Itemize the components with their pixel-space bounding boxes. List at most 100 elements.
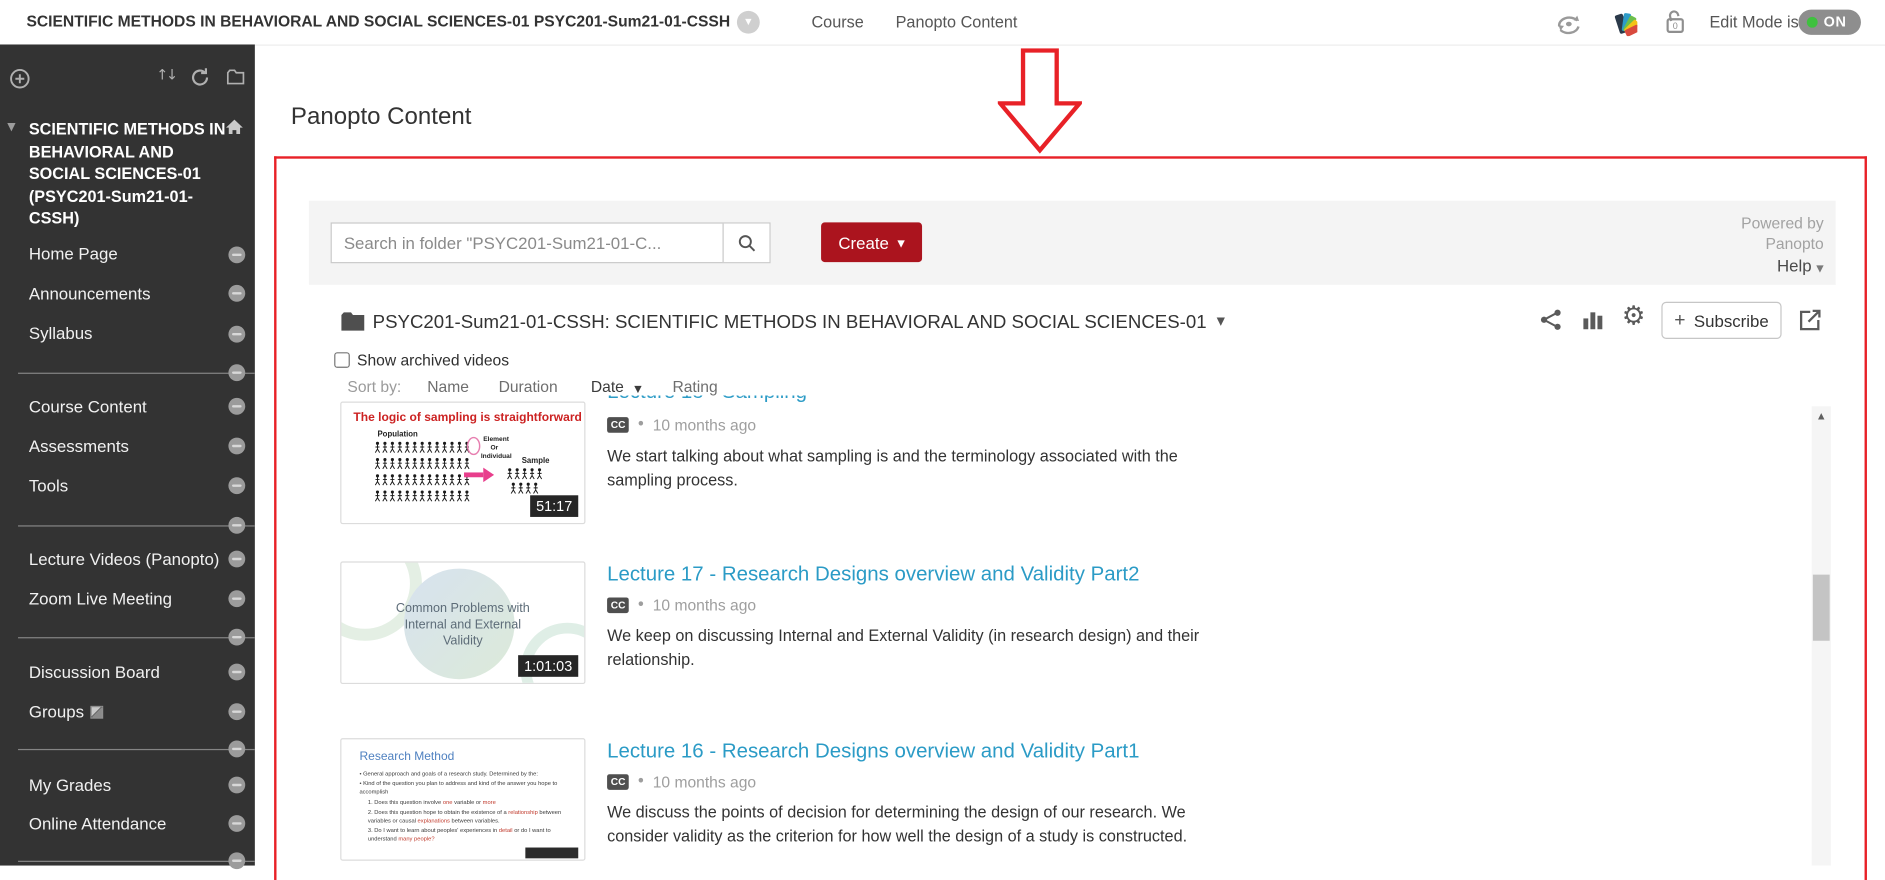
search-icon xyxy=(738,234,755,251)
sort-option-name[interactable]: Name xyxy=(427,377,469,395)
student-preview-icon[interactable] xyxy=(1553,11,1584,35)
video-thumbnail-research-method[interactable]: Research Method • General approach and g… xyxy=(340,738,586,861)
video-thumbnail-sampling[interactable]: The logic of sampling is straightforward… xyxy=(340,401,586,525)
settings-gear-icon[interactable]: ⚙ xyxy=(1622,302,1646,332)
video-title[interactable]: Lecture 17 - Research Designs overview a… xyxy=(607,563,1139,587)
show-archived-label: Show archived videos xyxy=(357,351,510,370)
sidebar-item-my-grades[interactable]: My Grades xyxy=(29,775,111,794)
video-thumbnail-validity2[interactable]: Common Problems with Internal and Extern… xyxy=(340,561,586,685)
sidebar-item-tools[interactable]: Tools xyxy=(29,476,68,495)
annotation-down-arrow xyxy=(997,48,1082,154)
menu-item-handle[interactable] xyxy=(228,246,246,264)
video-meta: CC • 10 months ago xyxy=(607,773,756,791)
help-link[interactable]: Help ▼ xyxy=(1777,256,1824,275)
sidebar-item-syllabus[interactable]: Syllabus xyxy=(29,323,93,342)
sidebar-item-course-content[interactable]: Course Content xyxy=(29,397,147,416)
sidebar-item-discussion-board[interactable]: Discussion Board xyxy=(29,662,160,681)
menu-item-handle[interactable] xyxy=(228,852,246,870)
unlocked-padlock-icon[interactable]: 0 xyxy=(1664,7,1687,36)
sidebar-item-online-attendance[interactable]: Online Attendance xyxy=(29,814,167,833)
video-meta: CC • 10 months ago xyxy=(607,596,756,614)
search-input[interactable] xyxy=(331,223,723,263)
create-button[interactable]: Create ▼ xyxy=(821,222,923,263)
sidebar-divider xyxy=(18,637,255,639)
breadcrumb-panopto-content[interactable]: Panopto Content xyxy=(896,13,1018,31)
folder-dropdown-caret-icon[interactable]: ▼ xyxy=(1217,316,1225,328)
menu-item-handle[interactable] xyxy=(228,437,246,455)
theme-picker-icon[interactable] xyxy=(1613,8,1638,37)
menu-item-handle[interactable] xyxy=(228,628,246,646)
folder-title[interactable]: PSYC201-Sum21-01-CSSH: SCIENTIFIC METHOD… xyxy=(373,313,1207,335)
refresh-icon[interactable] xyxy=(190,67,210,87)
menu-item-handle[interactable] xyxy=(228,815,246,832)
page: SCIENTIFIC METHODS IN BEHAVIORAL AND SOC… xyxy=(0,0,1885,880)
home-icon xyxy=(225,118,244,136)
edit-mode-label: Edit Mode is: xyxy=(1709,13,1804,32)
meta-bullet: • xyxy=(636,596,646,615)
duration-badge-clipped xyxy=(525,847,579,859)
reorder-arrows-icon[interactable]: ↑↓ xyxy=(156,66,178,83)
menu-item-handle[interactable] xyxy=(228,550,246,568)
top-bar: SCIENTIFIC METHODS IN BEHAVIORAL AND SOC… xyxy=(0,0,1885,46)
menu-item-handle[interactable] xyxy=(228,740,246,758)
edit-mode-toggle[interactable]: ON xyxy=(1798,9,1861,35)
svg-text:Element: Element xyxy=(483,436,510,443)
sidebar-item-lecture-videos[interactable]: Lecture Videos (Panopto) xyxy=(29,549,220,568)
open-in-new-window-icon[interactable] xyxy=(1798,309,1821,332)
menu-item-handle[interactable] xyxy=(228,364,246,382)
cc-badge: CC xyxy=(607,597,630,614)
sort-option-duration[interactable]: Duration xyxy=(499,377,558,395)
menu-item-handle[interactable] xyxy=(228,284,246,302)
search-button[interactable] xyxy=(722,223,770,263)
meta-bullet: • xyxy=(636,772,646,792)
sidebar-item-home-page[interactable]: Home Page xyxy=(29,244,118,263)
scrollbar-up-arrow[interactable]: ▲ xyxy=(1812,406,1831,425)
slide-bullet-text: • General approach and goals of a resear… xyxy=(359,771,562,844)
menu-item-handle[interactable] xyxy=(228,325,246,343)
add-menu-item-icon[interactable] xyxy=(10,69,30,89)
breadcrumb-course[interactable]: Course xyxy=(811,13,863,31)
video-age: 10 months ago xyxy=(652,772,757,792)
subscribe-button[interactable]: + Subscribe xyxy=(1661,301,1782,340)
sidebar-item-assessments[interactable]: Assessments xyxy=(29,436,129,455)
svg-text:Population: Population xyxy=(377,429,418,438)
scrollbar-thumb[interactable] xyxy=(1812,574,1830,641)
sort-bar: Sort by: Name Duration Date ▼ Rating xyxy=(347,377,717,395)
sidebar-course-title[interactable]: SCIENTIFIC METHODS IN BEHAVIORAL AND SOC… xyxy=(29,119,226,230)
sidebar-item-zoom-live-meeting[interactable]: Zoom Live Meeting xyxy=(29,589,172,608)
duration-badge: 1:01:03 xyxy=(518,655,579,677)
menu-item-handle[interactable] xyxy=(228,663,246,681)
show-archived-checkbox[interactable] xyxy=(334,352,350,368)
sort-option-date-selected[interactable]: Date xyxy=(591,377,624,395)
stats-bar-chart-icon[interactable] xyxy=(1582,309,1604,331)
sort-option-rating[interactable]: Rating xyxy=(672,377,717,395)
video-description: We discuss the points of decision for de… xyxy=(607,803,1188,845)
show-archived-row: Show archived videos xyxy=(334,351,509,369)
sidebar-item-announcements[interactable]: Announcements xyxy=(29,284,151,303)
sidebar-divider xyxy=(18,860,255,862)
svg-text:Or: Or xyxy=(490,445,498,452)
menu-item-handle[interactable] xyxy=(228,590,246,608)
menu-item-handle[interactable] xyxy=(228,776,246,794)
toggle-green-dot xyxy=(1806,16,1818,28)
caret-down-icon: ▼ xyxy=(1816,263,1824,275)
collapse-caret-icon[interactable]: ▼ xyxy=(7,121,15,133)
folder-view-icon[interactable] xyxy=(226,69,245,86)
video-title[interactable]: Lecture 16 - Research Designs overview a… xyxy=(607,739,1139,763)
video-age: 10 months ago xyxy=(652,596,757,615)
lock-count: 0 xyxy=(1673,21,1678,31)
menu-item-handle[interactable] xyxy=(228,516,246,534)
menu-item-handle[interactable] xyxy=(228,703,246,721)
powered-by: Powered by Panopto xyxy=(1741,213,1824,253)
menu-item-handle[interactable] xyxy=(228,477,246,495)
menu-item-handle[interactable] xyxy=(228,397,246,415)
video-title-clipped[interactable]: Lecture 18 - Sampling xyxy=(607,396,1232,408)
share-icon[interactable] xyxy=(1540,309,1562,331)
video-meta: CC • 10 months ago xyxy=(607,416,756,434)
list-scrollbar[interactable]: ▲ xyxy=(1811,406,1831,866)
sort-caret-icon: ▼ xyxy=(634,383,642,395)
sidebar-item-groups[interactable]: Groups xyxy=(29,702,104,721)
sidebar-divider xyxy=(18,372,255,374)
svg-text:Individual: Individual xyxy=(481,453,512,460)
course-menu-chevron-icon[interactable]: ▼ xyxy=(736,10,760,34)
